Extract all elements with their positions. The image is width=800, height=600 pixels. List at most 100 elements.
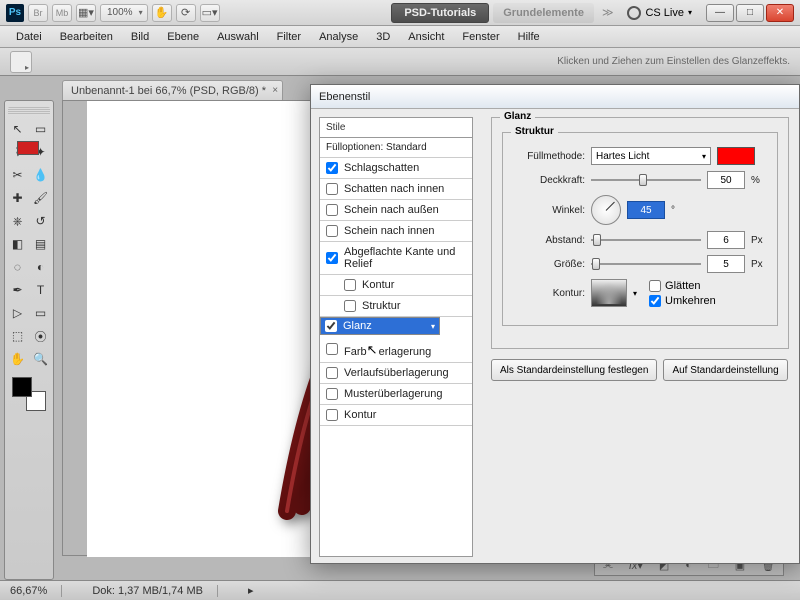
cs-live-button[interactable]: CS Live▾ bbox=[627, 6, 692, 20]
style-struktur-sub[interactable]: Struktur bbox=[320, 296, 472, 317]
size-value[interactable]: 5 bbox=[707, 255, 745, 273]
shape-tool-icon[interactable]: ▭ bbox=[31, 303, 51, 323]
brush-tool-icon[interactable]: 🖌 bbox=[31, 188, 51, 208]
eraser-tool-icon[interactable]: ◧ bbox=[8, 234, 28, 254]
menu-filter[interactable]: Filter bbox=[269, 29, 309, 45]
zoom-select[interactable]: 100% bbox=[100, 4, 148, 22]
zoom-tool-icon[interactable]: 🔍 bbox=[31, 349, 51, 369]
fill-options-item[interactable]: Fülloptionen: Standard bbox=[320, 138, 472, 158]
crop-tool-icon[interactable]: ✂ bbox=[8, 165, 28, 185]
menu-analyse[interactable]: Analyse bbox=[311, 29, 366, 45]
styles-header[interactable]: Stile bbox=[320, 118, 472, 138]
menu-bearbeiten[interactable]: Bearbeiten bbox=[52, 29, 121, 45]
quickmask-icon[interactable] bbox=[17, 141, 39, 155]
style-verlaufsueberlagerung[interactable]: Verlaufsüberlagerung bbox=[320, 363, 472, 384]
dialog-titlebar[interactable]: Ebenenstil bbox=[311, 85, 799, 109]
style-musterueberlagerung[interactable]: Musterüberlagerung bbox=[320, 384, 472, 405]
3d-camera-icon[interactable]: ⦿ bbox=[31, 326, 51, 346]
menu-datei[interactable]: Datei bbox=[8, 29, 50, 45]
blend-mode-select[interactable]: Hartes Licht bbox=[591, 147, 711, 165]
bridge-icon[interactable]: Br bbox=[28, 4, 48, 22]
struktur-legend: Struktur bbox=[511, 126, 558, 137]
hand-tool2-icon[interactable]: ✋ bbox=[8, 349, 28, 369]
style-schlagschatten[interactable]: Schlagschatten bbox=[320, 158, 472, 179]
kontur-label: Kontur: bbox=[513, 288, 585, 299]
menu-hilfe[interactable]: Hilfe bbox=[510, 29, 548, 45]
style-schein-aussen[interactable]: Schein nach außen bbox=[320, 200, 472, 221]
style-farbueberlagerung[interactable]: Farberlagerung bbox=[320, 335, 472, 363]
deckkraft-label: Deckkraft: bbox=[513, 175, 585, 186]
3d-tool-icon[interactable]: ⬚ bbox=[8, 326, 28, 346]
eyedropper-tool-icon[interactable]: 💧 bbox=[31, 165, 51, 185]
marquee-tool-icon[interactable]: ▭ bbox=[31, 119, 51, 139]
blur-tool-icon[interactable]: ◌ bbox=[8, 257, 28, 277]
more-icon[interactable]: ≫ bbox=[598, 6, 618, 19]
app-bar: Ps Br Mb ▦▾ 100% ✋ ⟳ ▭▾ PSD-Tutorials Gr… bbox=[0, 0, 800, 26]
struktur-fieldset: Struktur Füllmethode: Hartes Licht Deckk… bbox=[502, 132, 778, 326]
color-swatches[interactable] bbox=[12, 377, 46, 411]
arrange-docs-icon[interactable]: ▦▾ bbox=[76, 4, 96, 22]
groesse-label: Größe: bbox=[513, 259, 585, 270]
minibridge-icon[interactable]: Mb bbox=[52, 4, 72, 22]
history-brush-icon[interactable]: ↺ bbox=[31, 211, 51, 231]
glaetten-checkbox[interactable]: Glätten bbox=[649, 280, 716, 292]
style-schatten-innen[interactable]: Schatten nach innen bbox=[320, 179, 472, 200]
umkehren-checkbox[interactable]: Umkehren bbox=[649, 295, 716, 307]
angle-dial[interactable] bbox=[591, 195, 621, 225]
hand-tool-icon[interactable]: ✋ bbox=[152, 4, 172, 22]
status-zoom[interactable]: 66,67% bbox=[10, 585, 62, 597]
size-slider[interactable] bbox=[591, 257, 701, 271]
status-arrow-icon[interactable]: ▸ bbox=[248, 584, 254, 597]
style-kontur[interactable]: Kontur bbox=[320, 405, 472, 426]
rotate-tool-icon[interactable]: ⟳ bbox=[176, 4, 196, 22]
contour-thumb[interactable] bbox=[591, 279, 627, 307]
set-default-button[interactable]: Als Standardeinstellung festlegen bbox=[491, 359, 657, 381]
opacity-value[interactable]: 50 bbox=[707, 171, 745, 189]
menu-auswahl[interactable]: Auswahl bbox=[209, 29, 267, 45]
fg-color-swatch[interactable] bbox=[12, 377, 32, 397]
menu-ebene[interactable]: Ebene bbox=[159, 29, 207, 45]
cursor-icon bbox=[367, 342, 379, 358]
path-select-icon[interactable]: ▷ bbox=[8, 303, 28, 323]
glanz-legend: Glanz bbox=[500, 111, 535, 122]
type-tool-icon[interactable]: T bbox=[31, 280, 51, 300]
style-glanz[interactable]: Glanz bbox=[320, 317, 440, 335]
window-minimize-button[interactable]: — bbox=[706, 4, 734, 22]
reset-default-button[interactable]: Auf Standardeinstellung bbox=[663, 359, 787, 381]
status-doc-size[interactable]: Dok: 1,37 MB/1,74 MB bbox=[92, 585, 218, 597]
style-kontur-sub[interactable]: Kontur bbox=[320, 275, 472, 296]
window-maximize-button[interactable]: □ bbox=[736, 4, 764, 22]
options-bar: Klicken und Ziehen zum Einstellen des Gl… bbox=[0, 48, 800, 76]
panel-grip[interactable] bbox=[8, 107, 50, 115]
close-tab-icon[interactable]: × bbox=[272, 85, 278, 96]
psd-tutorials-button[interactable]: PSD-Tutorials bbox=[391, 3, 489, 23]
style-schein-innen[interactable]: Schein nach innen bbox=[320, 221, 472, 242]
layer-style-dialog: Ebenenstil Stile Fülloptionen: Standard … bbox=[310, 84, 800, 564]
distance-slider[interactable] bbox=[591, 233, 701, 247]
heal-tool-icon[interactable]: ✚ bbox=[8, 188, 28, 208]
menu-bild[interactable]: Bild bbox=[123, 29, 157, 45]
window-close-button[interactable]: ✕ bbox=[766, 4, 794, 22]
distance-value[interactable]: 6 bbox=[707, 231, 745, 249]
dodge-tool-icon[interactable]: ◐ bbox=[31, 257, 51, 277]
pen-tool-icon[interactable]: ✒ bbox=[8, 280, 28, 300]
style-list: Stile Fülloptionen: Standard Schlagschat… bbox=[319, 117, 473, 557]
contour-dropdown-icon[interactable]: ▾ bbox=[633, 289, 637, 298]
move-tool-icon[interactable]: ↖ bbox=[8, 119, 28, 139]
active-tool-icon[interactable] bbox=[10, 51, 32, 73]
satin-color-swatch[interactable] bbox=[717, 147, 755, 165]
photoshop-icon: Ps bbox=[6, 4, 24, 22]
tools-panel: ↖ ▭ ⌇ ✦ ✂ 💧 ✚ 🖌 ⎈ ↺ ◧ ▤ ◌ ◐ ✒ T ▷ ▭ ⬚ ⦿ … bbox=[4, 100, 54, 580]
winkel-label: Winkel: bbox=[513, 205, 585, 216]
menu-fenster[interactable]: Fenster bbox=[454, 29, 507, 45]
grundelemente-button[interactable]: Grundelemente bbox=[493, 3, 594, 23]
gradient-tool-icon[interactable]: ▤ bbox=[31, 234, 51, 254]
document-tab[interactable]: Unbenannt-1 bei 66,7% (PSD, RGB/8) *× bbox=[62, 80, 283, 100]
screen-mode-icon[interactable]: ▭▾ bbox=[200, 4, 220, 22]
menu-ansicht[interactable]: Ansicht bbox=[400, 29, 452, 45]
style-abgeflachte[interactable]: Abgeflachte Kante und Relief bbox=[320, 242, 472, 275]
menu-3d[interactable]: 3D bbox=[368, 29, 398, 45]
opacity-slider[interactable] bbox=[591, 173, 701, 187]
angle-value[interactable]: 45 bbox=[627, 201, 665, 219]
stamp-tool-icon[interactable]: ⎈ bbox=[8, 211, 28, 231]
